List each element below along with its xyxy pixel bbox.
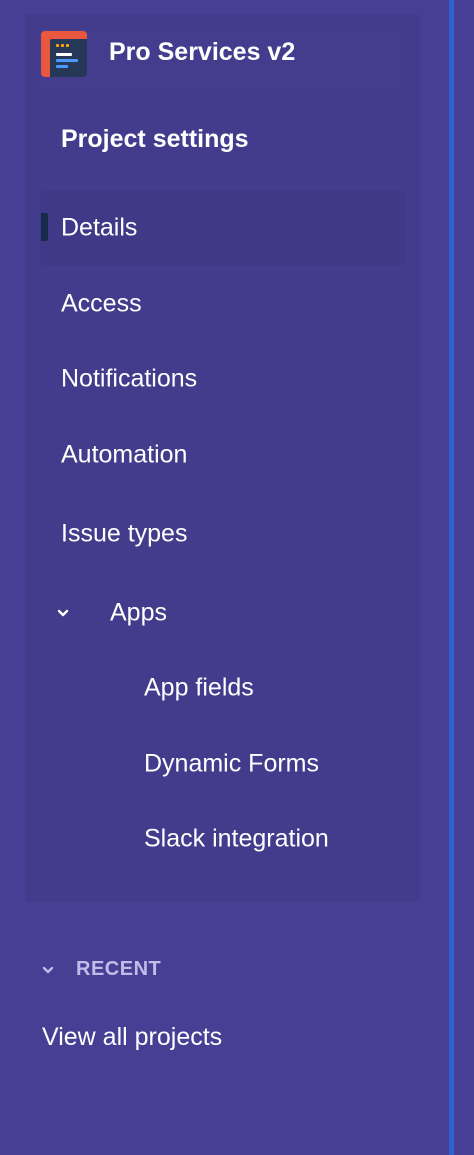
nav-item-issue-types[interactable]: Issue types bbox=[40, 496, 405, 572]
nav-item-label: Notifications bbox=[61, 364, 198, 393]
view-all-projects-link[interactable]: View all projects bbox=[42, 1023, 222, 1052]
nav-item-label: Dynamic Forms bbox=[144, 749, 320, 778]
chevron-down-icon[interactable] bbox=[57, 607, 69, 619]
nav-item-details[interactable]: Details bbox=[40, 190, 405, 266]
nav-item-label: Slack integration bbox=[144, 824, 329, 853]
nav-item-label: Issue types bbox=[61, 519, 188, 548]
nav-item-automation[interactable]: Automation bbox=[40, 417, 405, 493]
active-indicator bbox=[41, 213, 48, 241]
nav-item-label: Automation bbox=[61, 440, 188, 469]
chevron-down-icon[interactable] bbox=[42, 964, 54, 976]
nav-item-apps[interactable]: Apps bbox=[40, 575, 405, 651]
nav-item-label: Apps bbox=[110, 598, 167, 627]
nav-item-access[interactable]: Access bbox=[40, 266, 405, 342]
sidebar-resize-edge[interactable] bbox=[447, 0, 474, 1155]
nav-item-dynamic-forms[interactable]: Dynamic Forms bbox=[40, 726, 405, 802]
project-name[interactable]: Pro Services v2 bbox=[109, 38, 295, 67]
nav-item-label: Details bbox=[61, 213, 138, 242]
project-settings-heading: Project settings bbox=[61, 125, 249, 153]
nav-item-notifications[interactable]: Notifications bbox=[40, 341, 405, 417]
recent-section-toggle[interactable]: RECENT bbox=[76, 958, 161, 981]
sidebar-divider-line[interactable] bbox=[449, 0, 454, 1155]
nav-item-label: Access bbox=[61, 289, 142, 318]
project-board-icon[interactable] bbox=[41, 31, 87, 77]
nav-item-app-fields[interactable]: App fields bbox=[40, 650, 405, 726]
nav-item-label: App fields bbox=[144, 673, 254, 702]
nav-item-slack-integration[interactable]: Slack integration bbox=[40, 801, 405, 877]
